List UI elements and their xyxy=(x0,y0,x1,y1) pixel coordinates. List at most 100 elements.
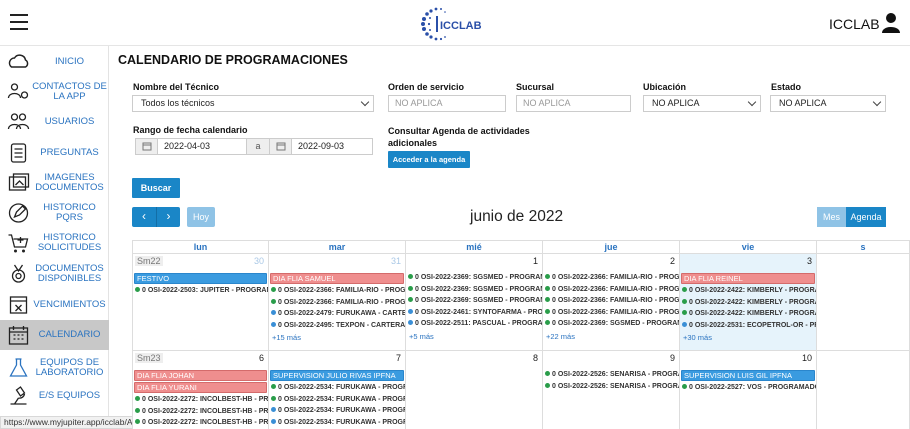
sucursal-input[interactable]: NO APLICA xyxy=(516,95,631,112)
fecha-desde-input[interactable]: 2022-04-03 xyxy=(164,139,244,154)
sidebar-item-inicio[interactable]: INICIO xyxy=(0,47,109,77)
icclab-logo: ICCLAB xyxy=(418,4,494,42)
calendar-event-item[interactable]: 0 OSI-2022-2531: ECOPETROL-OR - PROGRAMA… xyxy=(682,321,816,332)
sidebar-item-usuarios[interactable]: USUARIOS xyxy=(0,107,109,137)
calendar-event-item[interactable]: 0 OSI-2022-2422: KIMBERLY - PROGRAMADO xyxy=(682,286,816,297)
day-number[interactable]: 3 xyxy=(807,256,812,266)
sidebar-item-calendario[interactable]: CALENDARIO xyxy=(0,320,109,350)
sidebar-item-imagenes-documentos[interactable]: IMAGENES DOCUMENTOS xyxy=(0,168,109,198)
calendar-event-item[interactable]: 0 OSI-2022-2461: SYNTOFARMA - PROGRAMADO xyxy=(408,308,542,319)
acceder-agenda-button[interactable]: Acceder a la agenda xyxy=(388,151,470,168)
view-month-button[interactable]: Mes xyxy=(817,207,846,227)
day-number[interactable]: 1 xyxy=(533,256,538,266)
sidebar-item-preguntas[interactable]: PREGUNTAS xyxy=(0,138,109,168)
calendar-event-item[interactable]: 0 OSI-2022-2534: FURUKAWA - PROGRAMADO xyxy=(271,418,405,429)
sidebar-item-e-s-equipos[interactable]: E/S EQUIPOS xyxy=(0,381,109,411)
calendar-event-item[interactable]: 0 OSI-2022-2526: SENARISA - PROGRAMADO xyxy=(545,370,679,381)
day-number[interactable]: 30 xyxy=(254,256,264,266)
calendar-day-cell[interactable]: 2 0 OSI-2022-2366: FAMILIA-RIO - PROGRAMA… xyxy=(543,254,680,351)
calendar-event-item[interactable]: 0 OSI-2022-2527: VOS - PROGRAMADO xyxy=(682,383,816,394)
event-item-text: 0 OSI-2022-2272: INCOLBEST-HB - PROGRAMA… xyxy=(142,419,268,426)
calendar-event-item[interactable]: 0 OSI-2022-2534: FURUKAWA - PROGRAMADO xyxy=(271,383,405,394)
calendar-day-cell[interactable]: 31 DIA FLIA SAMUEL 0 OSI-2022-2366: FAMILI… xyxy=(269,254,406,351)
view-agenda-button[interactable]: Agenda xyxy=(846,207,886,227)
sidebar-item-historico-pqrs[interactable]: HISTORICO PQRS xyxy=(0,198,109,228)
calendar-event-item[interactable]: 0 OSI-2022-2366: FAMILIA-RIO - PROGRAMAD… xyxy=(271,298,405,309)
calendar-event-item[interactable]: 0 OSI-2022-2495: TEXPON - CARTERA - PROG… xyxy=(271,321,405,332)
today-button[interactable]: Hoy xyxy=(187,207,215,227)
calendar-event-bar[interactable]: FESTIVO xyxy=(134,273,267,284)
calendar-event-bar[interactable]: DIA FLIA REINEL xyxy=(681,273,815,284)
calendar-day-cell[interactable]: 10 SUPERVISION LUIS GIL IPFNA 0 OSI-2022-2… xyxy=(680,351,817,429)
calendar-day-cell[interactable]: 8 xyxy=(406,351,543,429)
day-number[interactable]: 2 xyxy=(670,256,675,266)
calendar-event-bar[interactable]: SUPERVISION JULIO RIVAS IPFNA xyxy=(270,370,404,381)
calendar-event-bar[interactable]: DIA FLIA SAMUEL xyxy=(270,273,404,284)
day-number[interactable]: 6 xyxy=(259,353,264,363)
calendar-event-item[interactable]: 0 OSI-2022-2366: FAMILIA-RIO - PROGRAMAD… xyxy=(271,286,405,297)
calendar-event-item[interactable]: 0 OSI-2022-2369: SGSMED - PROGRAMADO xyxy=(408,296,542,307)
brand-name: ICCLAB xyxy=(829,16,880,32)
calendar-event-item[interactable]: 0 OSI-2022-2366: FAMILIA-RIO - PROGRAMAD… xyxy=(545,296,679,307)
user-icon[interactable] xyxy=(881,12,901,34)
calendar-day-cell[interactable] xyxy=(817,351,910,429)
calendar-event-bar[interactable]: DIA FLIA YURANI xyxy=(134,382,267,393)
calendar-day-cell[interactable]: 7 SUPERVISION JULIO RIVAS IPFNA 0 OSI-2022… xyxy=(269,351,406,429)
calendar-event-item[interactable]: 0 OSI-2022-2366: FAMILIA-RIO - PROGRAMAD… xyxy=(545,308,679,319)
sidebar-item-documentos-disponibles[interactable]: DOCUMENTOS DISPONIBLES xyxy=(0,259,109,289)
next-month-button[interactable]: › xyxy=(156,207,180,227)
calendar-event-item[interactable]: 0 OSI-2022-2422: KIMBERLY - PROGRAMADO xyxy=(682,309,816,320)
tecnico-select-value: Todos los técnicos xyxy=(141,98,215,108)
calendar-event-item[interactable]: 0 OSI-2022-2503: JUPITER - PROGRAMADO xyxy=(135,286,268,297)
calendar-day-cell[interactable]: 1 0 OSI-2022-2369: SGSMED - PROGRAMADO 0 O… xyxy=(406,254,543,351)
event-item-text: 0 OSI-2022-2366: FAMILIA-RIO - PROGRAMAD… xyxy=(278,298,405,306)
calendar-event-bar[interactable]: SUPERVISION LUIS GIL IPFNA xyxy=(681,370,815,381)
calendar-day-cell[interactable]: Sm22 30 FESTIVO 0 OSI-2022-2503: JUPITER - … xyxy=(132,254,269,351)
sucursal-label: Sucursal xyxy=(516,82,555,92)
more-events-link[interactable]: +30 más xyxy=(683,333,712,343)
calendar-event-item[interactable]: 0 OSI-2022-2526: SENARISA - PROGRAMADO xyxy=(545,382,679,393)
calendar-event-item[interactable]: 0 OSI-2022-2479: FURUKAWA - CARTERA xyxy=(271,309,405,320)
calendar-event-item[interactable]: 0 OSI-2022-2366: FAMILIA-RIO - PROGRAMAD… xyxy=(545,285,679,296)
sidebar-item-equipos-de-laboratorio[interactable]: EQUIPOS DE LABORATORIO xyxy=(0,353,109,383)
day-number[interactable]: 10 xyxy=(802,353,812,363)
more-events-link[interactable]: +22 más xyxy=(546,332,575,342)
prev-month-button[interactable]: ‹ xyxy=(132,207,156,227)
calendar-event-item[interactable]: 0 OSI-2022-2422: KIMBERLY - PROGRAMADO xyxy=(682,298,816,309)
calendar-event-item[interactable]: 0 OSI-2022-2534: FURUKAWA - PROGRAMADO xyxy=(271,406,405,417)
calendar-event-bar[interactable]: DIA FLIA JOHAN xyxy=(134,370,267,381)
day-number[interactable]: 31 xyxy=(391,256,401,266)
calendar-day-cell[interactable]: 3 DIA FLIA REINEL 0 OSI-2022-2422: KIMBERL… xyxy=(680,254,817,351)
calendar-event-item[interactable]: 0 OSI-2022-2369: SGSMED - PROGRAMADO xyxy=(408,285,542,296)
calendar-event-item[interactable]: 0 OSI-2022-2369: SGSMED - PROGRAMADO xyxy=(545,319,679,330)
calendar-event-item[interactable]: 0 OSI-2022-2366: FAMILIA-RIO - PROGRAMAD… xyxy=(545,273,679,284)
ubicacion-select[interactable]: NO APLICA xyxy=(643,95,761,112)
fecha-hasta-input[interactable]: 2022-09-03 xyxy=(298,139,372,154)
calendar-day-cell[interactable]: Sm23 6 DIA FLIA JOHAN DIA FLIA YURANI 0 OSI-… xyxy=(132,351,269,429)
calendar-event-item[interactable]: 0 OSI-2022-2272: INCOLBEST-HB - PROGRAMA… xyxy=(135,407,268,418)
tecnico-select[interactable]: Todos los técnicos xyxy=(132,95,374,112)
day-number[interactable]: 7 xyxy=(396,353,401,363)
sidebar-item-contactos-de-la-app[interactable]: CONTACTOS DE LA APP xyxy=(0,77,109,107)
calendar-icon[interactable] xyxy=(136,139,158,154)
day-number[interactable]: 9 xyxy=(670,353,675,363)
status-dot-icon xyxy=(135,419,140,424)
calendar-event-item[interactable]: 0 OSI-2022-2272: INCOLBEST-HB - PROGRAMA… xyxy=(135,418,268,429)
menu-hamburger-icon[interactable] xyxy=(10,14,28,30)
calendar-icon[interactable] xyxy=(270,139,292,154)
event-item-text: 0 OSI-2022-2366: FAMILIA-RIO - PROGRAMAD… xyxy=(552,297,679,304)
calendar-event-item[interactable]: 0 OSI-2022-2511: PASCUAL - PROGRAMADO xyxy=(408,319,542,330)
day-number[interactable]: 8 xyxy=(533,353,538,363)
calendar-day-cell[interactable]: 9 0 OSI-2022-2526: SENARISA - PROGRAMADO 0… xyxy=(543,351,680,429)
calendar-event-item[interactable]: 0 OSI-2022-2534: FURUKAWA - PROGRAMADO xyxy=(271,395,405,406)
orden-input[interactable]: NO APLICA xyxy=(388,95,506,112)
calendar-day-cell[interactable] xyxy=(817,254,910,351)
estado-select[interactable]: NO APLICA xyxy=(770,95,886,112)
calendar-event-item[interactable]: 0 OSI-2022-2369: SGSMED - PROGRAMADO xyxy=(408,273,542,284)
more-events-link[interactable]: +15 más xyxy=(272,333,301,343)
buscar-button[interactable]: Buscar xyxy=(132,178,180,198)
sidebar-item-vencimientos[interactable]: VENCIMIENTOS xyxy=(0,290,109,320)
sidebar-item-historico-solicitudes[interactable]: HISTORICO SOLICITUDES xyxy=(0,228,109,258)
calendar-event-item[interactable]: 0 OSI-2022-2272: INCOLBEST-HB - PROGRAMA… xyxy=(135,395,268,406)
more-events-link[interactable]: +5 más xyxy=(409,332,434,342)
